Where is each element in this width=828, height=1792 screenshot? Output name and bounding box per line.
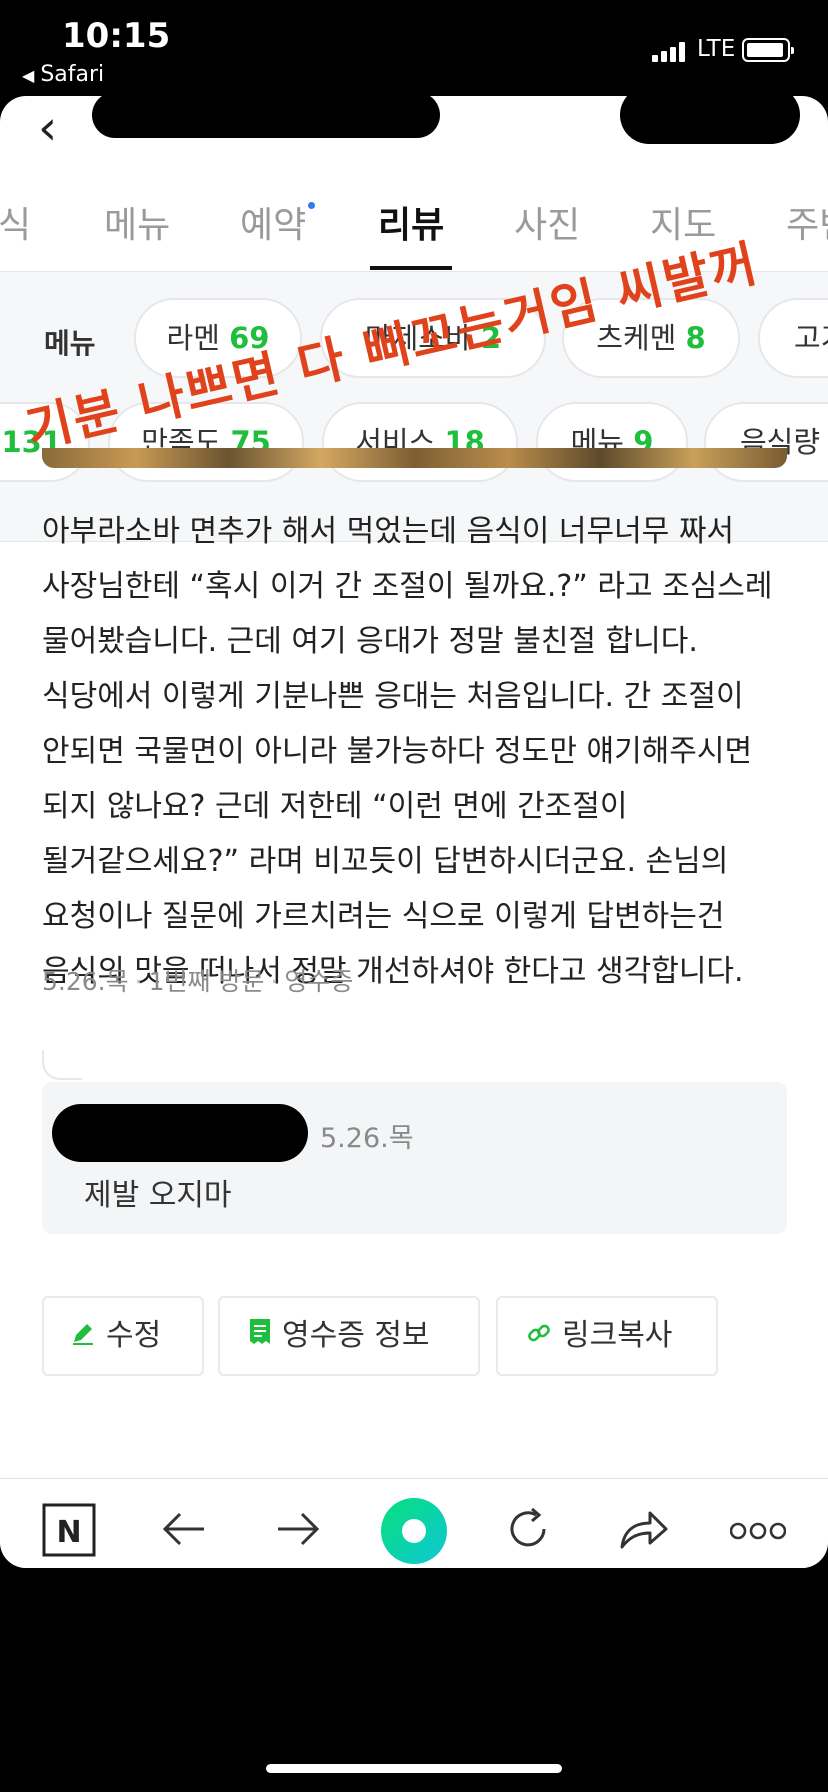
back-app-label: Safari: [40, 62, 105, 87]
receipt-info-button[interactable]: 영수증 정보: [218, 1296, 480, 1376]
back-arrow-icon[interactable]: ‹: [38, 100, 57, 156]
refresh-icon[interactable]: [504, 1505, 552, 1557]
naver-home-icon[interactable]: N: [42, 1503, 96, 1561]
network-label: LTE: [697, 36, 736, 62]
copy-link-button[interactable]: 링크복사: [496, 1296, 718, 1376]
status-bar: 10:15 ◀ Safari LTE: [0, 0, 828, 98]
new-dot: [308, 202, 316, 209]
review-body: 아부라소바 면추가 해서 먹었는데 음식이 너무너무 짜서 사장님한테 “혹시 …: [42, 514, 773, 989]
filter-label: 메뉴: [44, 327, 96, 360]
visit-count: 1번째 방문: [148, 967, 265, 996]
receipt-icon: [248, 1299, 272, 1375]
green-dot-icon[interactable]: [380, 1497, 448, 1568]
redacted-title-right: [620, 96, 800, 144]
review-meta: 5.26.목 · 1번째 방문 · 영수증: [42, 967, 354, 996]
link-icon: [526, 1299, 552, 1375]
pencil-icon: [70, 1299, 96, 1375]
filter-chip[interactable]: 음식량: [704, 402, 828, 482]
edit-button[interactable]: 수정: [42, 1296, 204, 1376]
reply-connector: [42, 1050, 82, 1080]
status-time: 10:15: [62, 16, 171, 56]
filter-chip[interactable]: 메뉴 9: [536, 402, 688, 482]
tab-reservation[interactable]: 예약: [240, 186, 316, 266]
forward-icon[interactable]: [274, 1509, 322, 1553]
receipt-badge: 영수증: [284, 967, 354, 996]
tab-menu[interactable]: 메뉴: [104, 186, 170, 266]
redacted-owner-name: [52, 1104, 308, 1162]
tab-info[interactable]: 식: [0, 186, 31, 266]
home-indicator[interactable]: [266, 1764, 562, 1773]
filter-chip[interactable]: 고기: [758, 298, 828, 378]
more-icon[interactable]: [729, 1521, 787, 1545]
owner-reply: 5.26.목 제발 오지마: [42, 1082, 787, 1234]
reply-text: 제발 오지마: [84, 1178, 232, 1213]
app-screen: ‹ 식 메뉴 예약 리뷰 사진 지도 주변 메뉴 라멘 69 마제소바 2 츠케…: [0, 96, 828, 1568]
svg-text:N: N: [56, 1515, 81, 1550]
top-bar: ‹: [0, 96, 828, 176]
review-photo[interactable]: [42, 448, 787, 468]
reply-date: 5.26.목: [320, 1123, 414, 1154]
battery-icon: [742, 38, 794, 62]
review-date: 5.26.목: [42, 967, 129, 996]
browser-toolbar: N: [0, 1478, 828, 1568]
signal-icon: [652, 42, 688, 62]
redacted-title: [92, 96, 440, 138]
back-to-app-button[interactable]: ◀ Safari: [22, 62, 104, 87]
active-tab-underline: [370, 266, 452, 270]
share-icon[interactable]: [618, 1507, 670, 1555]
back-icon[interactable]: [160, 1509, 208, 1553]
tab-review[interactable]: 리뷰: [378, 186, 444, 266]
tab-photos[interactable]: 사진: [514, 186, 580, 266]
back-triangle-icon: ◀: [22, 66, 35, 85]
filter-chip[interactable]: 서비스 18: [322, 402, 518, 482]
